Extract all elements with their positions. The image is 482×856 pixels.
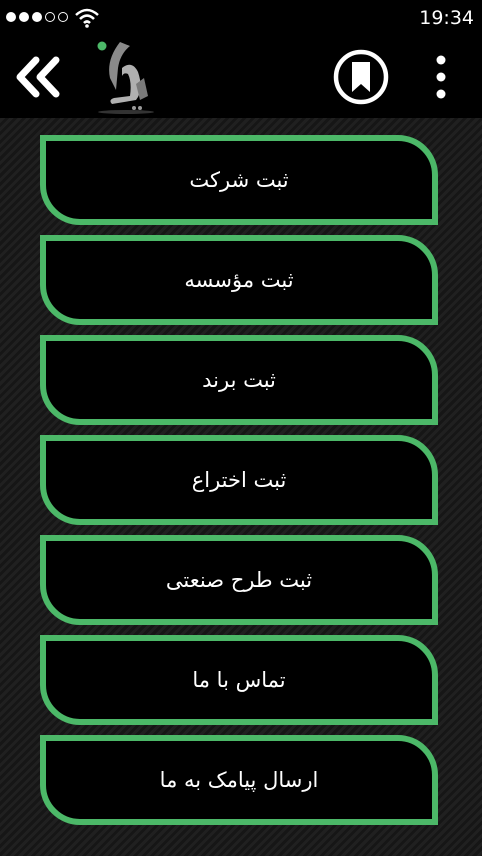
- main-menu: ثبت شرکت ثبت مؤسسه ثبت برند ثبت اختراع ث…: [40, 135, 438, 835]
- menu-item-label: ثبت اختراع: [191, 468, 287, 492]
- menu-item-institute-registration[interactable]: ثبت مؤسسه: [40, 235, 438, 325]
- menu-item-brand-registration[interactable]: ثبت برند: [40, 335, 438, 425]
- double-chevron-left-icon[interactable]: [14, 54, 66, 100]
- menu-item-label: ثبت طرح صنعتی: [165, 568, 313, 592]
- more-vertical-icon[interactable]: [428, 54, 454, 100]
- bookmark-icon[interactable]: [332, 48, 390, 106]
- menu-item-send-sms[interactable]: ارسال پیامک به ما: [40, 735, 438, 825]
- status-time: 19:34: [419, 7, 474, 29]
- wifi-icon: [75, 8, 99, 28]
- signal-icon: [6, 12, 68, 22]
- app-logo: [97, 41, 154, 114]
- menu-item-industrial-design-registration[interactable]: ثبت طرح صنعتی: [40, 535, 438, 625]
- menu-item-label: ثبت مؤسسه: [184, 268, 294, 292]
- menu-item-label: تماس با ما: [192, 668, 286, 692]
- app-bar: [0, 36, 482, 118]
- status-bar: 19:34: [0, 0, 482, 36]
- menu-item-contact-us[interactable]: تماس با ما: [40, 635, 438, 725]
- menu-item-patent-registration[interactable]: ثبت اختراع: [40, 435, 438, 525]
- menu-item-label: ارسال پیامک به ما: [159, 768, 319, 792]
- menu-item-company-registration[interactable]: ثبت شرکت: [40, 135, 438, 225]
- menu-item-label: ثبت برند: [202, 368, 276, 392]
- menu-item-label: ثبت شرکت: [189, 168, 289, 192]
